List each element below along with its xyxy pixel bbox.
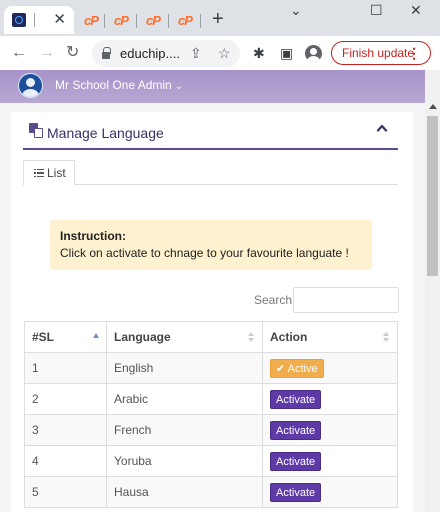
- activate-button[interactable]: Activate: [270, 482, 322, 502]
- activate-button[interactable]: Activate: [270, 451, 322, 471]
- tab-divider: [136, 14, 137, 28]
- column-header-action[interactable]: Action: [262, 321, 398, 353]
- user-avatar-icon[interactable]: [18, 73, 43, 98]
- tab-divider: [104, 14, 105, 28]
- scrollbar-thumb[interactable]: [427, 116, 438, 276]
- tab-list-label: List: [47, 166, 66, 180]
- instruction-heading: Instruction:: [60, 229, 126, 243]
- table-row: 1 English ✔ Active: [24, 352, 398, 384]
- table-row: 2 Arabic Activate: [24, 383, 398, 415]
- finish-update-label: Finish update: [342, 46, 415, 60]
- language-cell: Hausa: [106, 476, 263, 508]
- forward-icon[interactable]: →: [39, 43, 55, 63]
- collapse-chevron-up-icon[interactable]: [376, 122, 388, 134]
- browser-tab-strip: ✕ cP cP cP cP + ⌄ ☐ ✕: [0, 0, 440, 36]
- tab-cpanel-3[interactable]: cP: [138, 6, 168, 34]
- sl-cell: 2: [24, 383, 107, 415]
- lock-icon[interactable]: [102, 46, 111, 59]
- page-scrollbar[interactable]: [425, 70, 440, 512]
- activate-button[interactable]: Activate: [270, 389, 322, 409]
- cpanel-icon: cP: [84, 12, 99, 28]
- action-cell: Activate: [262, 383, 398, 415]
- activate-button[interactable]: Activate: [270, 420, 322, 440]
- share-icon[interactable]: ⇪: [190, 45, 202, 62]
- app-header: Mr School One Admin ⌄: [0, 70, 425, 103]
- sort-icon: [383, 332, 390, 343]
- sl-cell: 4: [24, 445, 107, 477]
- cpanel-icon: cP: [114, 12, 129, 28]
- new-tab-icon[interactable]: +: [212, 9, 224, 29]
- side-panel-icon[interactable]: ▣: [280, 45, 293, 61]
- profile-avatar-icon[interactable]: [305, 45, 322, 62]
- window-close-icon[interactable]: ✕: [410, 2, 422, 19]
- table-row: 5 Hausa Activate: [24, 476, 398, 508]
- extensions-icon[interactable]: ✱: [253, 45, 265, 61]
- page-viewport: Mr School One Admin ⌄ Manage Language Lis…: [0, 70, 440, 512]
- table-row: 4 Yoruba Activate: [24, 445, 398, 477]
- instruction-text: Click on activate to chnage to your favo…: [60, 246, 349, 260]
- action-cell: Activate: [262, 414, 398, 446]
- bookmark-star-icon[interactable]: ☆: [218, 45, 231, 62]
- table-row: 3 French Activate: [24, 414, 398, 446]
- sl-cell: 5: [24, 476, 107, 508]
- language-cell: Arabic: [106, 383, 263, 415]
- admin-name: Mr School One Admin: [55, 78, 172, 92]
- educhip-favicon-icon: [12, 13, 26, 27]
- url-text: educhip....: [120, 46, 180, 61]
- sort-icon: [248, 332, 255, 343]
- cpanel-icon: cP: [146, 12, 161, 28]
- tab-divider: [168, 14, 169, 28]
- table-header-row: #SL Language Action: [24, 321, 398, 353]
- sl-cell: 1: [24, 352, 107, 384]
- sl-cell: 3: [24, 414, 107, 446]
- language-cell: Yoruba: [106, 445, 263, 477]
- card-header: Manage Language: [23, 112, 398, 150]
- tab-title: [34, 13, 35, 27]
- search-label: Search:: [254, 293, 296, 307]
- tab-cpanel-1[interactable]: cP: [76, 6, 106, 34]
- tab-list[interactable]: List: [23, 160, 75, 186]
- address-bar[interactable]: educhip.... ⇪ ☆: [92, 40, 240, 67]
- sort-ascending-icon: [93, 333, 99, 338]
- action-cell: ✔ Active: [262, 352, 398, 384]
- minimize-icon[interactable]: ⌄: [290, 2, 302, 19]
- cpanel-icon: cP: [178, 12, 193, 28]
- caret-down-icon: ⌄: [174, 81, 184, 92]
- reload-icon[interactable]: ↻: [66, 43, 79, 63]
- search-input[interactable]: [293, 287, 399, 313]
- tab-close-icon[interactable]: ✕: [53, 12, 66, 28]
- scroll-up-arrow-icon[interactable]: [429, 104, 437, 109]
- language-cell: English: [106, 352, 263, 384]
- manage-language-card: Manage Language List Instruction: Click …: [11, 112, 413, 512]
- column-header-sl[interactable]: #SL: [24, 321, 107, 353]
- list-icon: [34, 168, 44, 178]
- language-icon: [29, 123, 43, 138]
- maximize-icon[interactable]: ☐: [370, 2, 383, 19]
- finish-update-button[interactable]: Finish update ⋮: [331, 41, 431, 65]
- column-header-language[interactable]: Language: [106, 321, 263, 353]
- page-title: Manage Language: [47, 125, 164, 141]
- back-icon[interactable]: ←: [11, 43, 27, 63]
- active-badge-button[interactable]: ✔ Active: [270, 358, 324, 378]
- tab-cpanel-4[interactable]: cP: [170, 6, 200, 34]
- tab-cpanel-2[interactable]: cP: [106, 6, 136, 34]
- tab-divider: [200, 14, 201, 28]
- card-tabs: List: [23, 160, 398, 186]
- language-cell: French: [106, 414, 263, 446]
- language-table: #SL Language Action 1 English ✔ Active 2…: [24, 321, 398, 508]
- browser-toolbar: ← → ↻ educhip.... ⇪ ☆ ✱ ▣ Finish update …: [0, 36, 440, 70]
- tab-educhip[interactable]: ✕: [4, 6, 74, 34]
- instruction-alert: Instruction: Click on activate to chnage…: [50, 220, 372, 270]
- admin-user-menu[interactable]: Mr School One Admin ⌄: [55, 78, 183, 92]
- browser-menu-icon[interactable]: ⋮: [407, 45, 421, 62]
- action-cell: Activate: [262, 445, 398, 477]
- action-cell: Activate: [262, 476, 398, 508]
